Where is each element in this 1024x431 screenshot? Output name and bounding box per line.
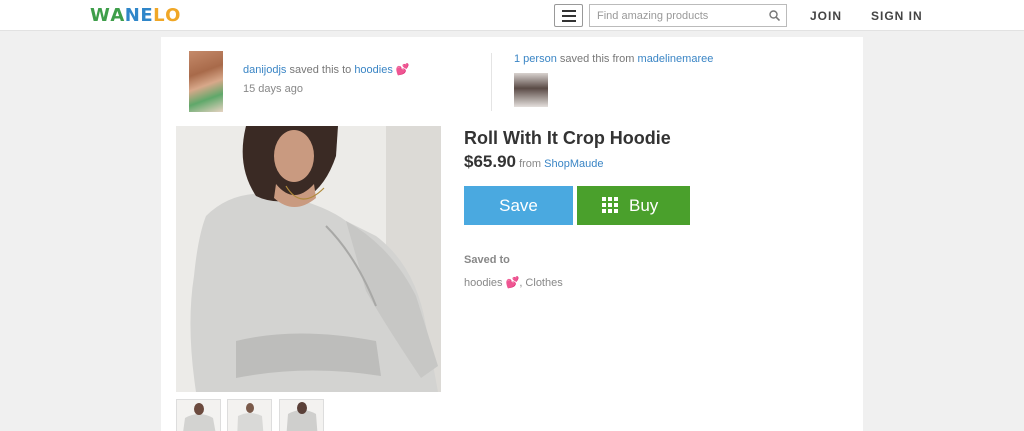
logo-letter: E: [140, 5, 154, 26]
board-hoodies-link[interactable]: hoodies: [464, 277, 503, 289]
board-link[interactable]: hoodies: [354, 64, 393, 76]
thumbnail-photo: [183, 403, 216, 431]
search-icon[interactable]: [769, 10, 780, 21]
source-user-avatar[interactable]: [514, 73, 548, 107]
join-link[interactable]: JOIN: [810, 9, 842, 23]
thumbnail-photo: [237, 403, 264, 431]
hamburger-icon: [562, 10, 576, 22]
price-row: $65.90 from ShopMaude: [464, 152, 603, 172]
product-title: Roll With It Crop Hoodie: [464, 128, 671, 148]
top-navbar: WANELO JOIN SIGN IN: [0, 0, 1024, 31]
saved-activity-line: danijodjs saved this to hoodies 💕: [243, 63, 410, 76]
buy-label: Buy: [629, 196, 659, 215]
product-image[interactable]: [176, 126, 441, 392]
saved-text: saved this to: [289, 64, 352, 76]
wanelo-logo[interactable]: WANELO: [90, 5, 181, 27]
saver-avatar[interactable]: [189, 51, 223, 112]
sign-in-link[interactable]: SIGN IN: [871, 9, 923, 23]
search-box: [589, 4, 787, 27]
saver-username-link[interactable]: danijodjs: [243, 64, 286, 76]
heart-emoji: 💕: [505, 277, 520, 289]
from-text: from: [519, 158, 542, 170]
store-grid-icon: [602, 197, 618, 213]
saved-from-line: 1 person saved this from madelinemaree: [514, 53, 713, 65]
buy-button[interactable]: Buy: [577, 186, 690, 225]
search-input[interactable]: [590, 5, 766, 26]
menu-button[interactable]: [554, 4, 583, 27]
thumbnail-image[interactable]: [227, 399, 272, 431]
logo-letter: W: [90, 5, 111, 26]
saver-count-link[interactable]: 1 person: [514, 53, 557, 65]
divider: [491, 53, 492, 111]
save-button[interactable]: Save: [464, 186, 573, 225]
saved-to-heading: Saved to: [464, 254, 510, 266]
store-link[interactable]: ShopMaude: [544, 158, 603, 170]
board-clothes-link[interactable]: , Clothes: [519, 277, 562, 289]
logo-letter: O: [165, 5, 181, 26]
logo-letter: A: [110, 5, 125, 26]
thumbnail-image[interactable]: [176, 399, 221, 431]
heart-emoji: 💕: [395, 64, 410, 76]
product-photo-illustration: [176, 126, 441, 392]
thumbnail-image[interactable]: [279, 399, 324, 431]
saved-to-boards: hoodies 💕, Clothes: [464, 276, 563, 289]
saved-timestamp: 15 days ago: [243, 83, 303, 95]
saved-from-text: saved this from: [559, 53, 635, 65]
logo-letter: N: [124, 5, 141, 26]
logo-letter: L: [153, 5, 166, 26]
product-card: danijodjs saved this to hoodies 💕 15 day…: [161, 37, 863, 431]
thumbnail-photo: [286, 402, 318, 431]
product-price: $65.90: [464, 152, 516, 171]
source-user-link[interactable]: madelinemaree: [638, 53, 714, 65]
